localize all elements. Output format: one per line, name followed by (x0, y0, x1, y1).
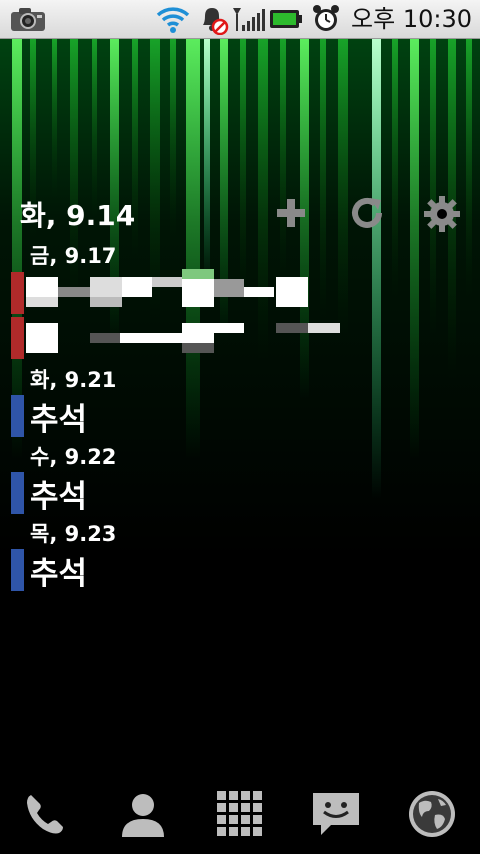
wifi-icon (154, 0, 192, 38)
app-drawer-icon[interactable] (212, 786, 268, 842)
contacts-icon[interactable] (115, 786, 171, 842)
alarm-clock-icon (310, 0, 342, 38)
event-title[interactable]: 추석 (30, 548, 87, 593)
battery-icon (268, 0, 304, 38)
day-date: 금, 9.17 (30, 244, 117, 268)
event-color-bar (11, 472, 24, 514)
event-color-bar (11, 549, 24, 591)
messaging-icon[interactable] (308, 786, 364, 842)
calendar-widget[interactable]: 화, 9.14 금, 9.17 화, 9.21 추석 수, 9.22 추석 목,… (0, 190, 480, 610)
status-bar: 오후 10:30 (0, 0, 480, 39)
event-color-bar (11, 272, 24, 314)
event-title[interactable]: 추석 (30, 394, 87, 439)
today-date: 화, 9.14 (20, 199, 136, 232)
phone-icon[interactable] (18, 786, 74, 842)
signal-icon (230, 0, 268, 38)
status-clock: 오후 10:30 (351, 5, 472, 33)
add-icon[interactable] (272, 194, 310, 236)
refresh-icon[interactable] (348, 194, 386, 236)
day-date: 목, 9.23 (30, 522, 117, 546)
day-date: 수, 9.22 (30, 445, 117, 469)
app-dock (0, 770, 480, 854)
notification-muted-icon (196, 0, 230, 38)
camera-icon (8, 0, 48, 38)
browser-icon[interactable] (404, 786, 460, 842)
day-date: 화, 9.21 (30, 368, 117, 392)
event-color-bar (11, 317, 24, 359)
event-title[interactable]: 추석 (30, 471, 87, 516)
settings-icon[interactable] (422, 194, 462, 238)
event-title-redacted[interactable] (26, 269, 346, 364)
event-color-bar (11, 395, 24, 437)
